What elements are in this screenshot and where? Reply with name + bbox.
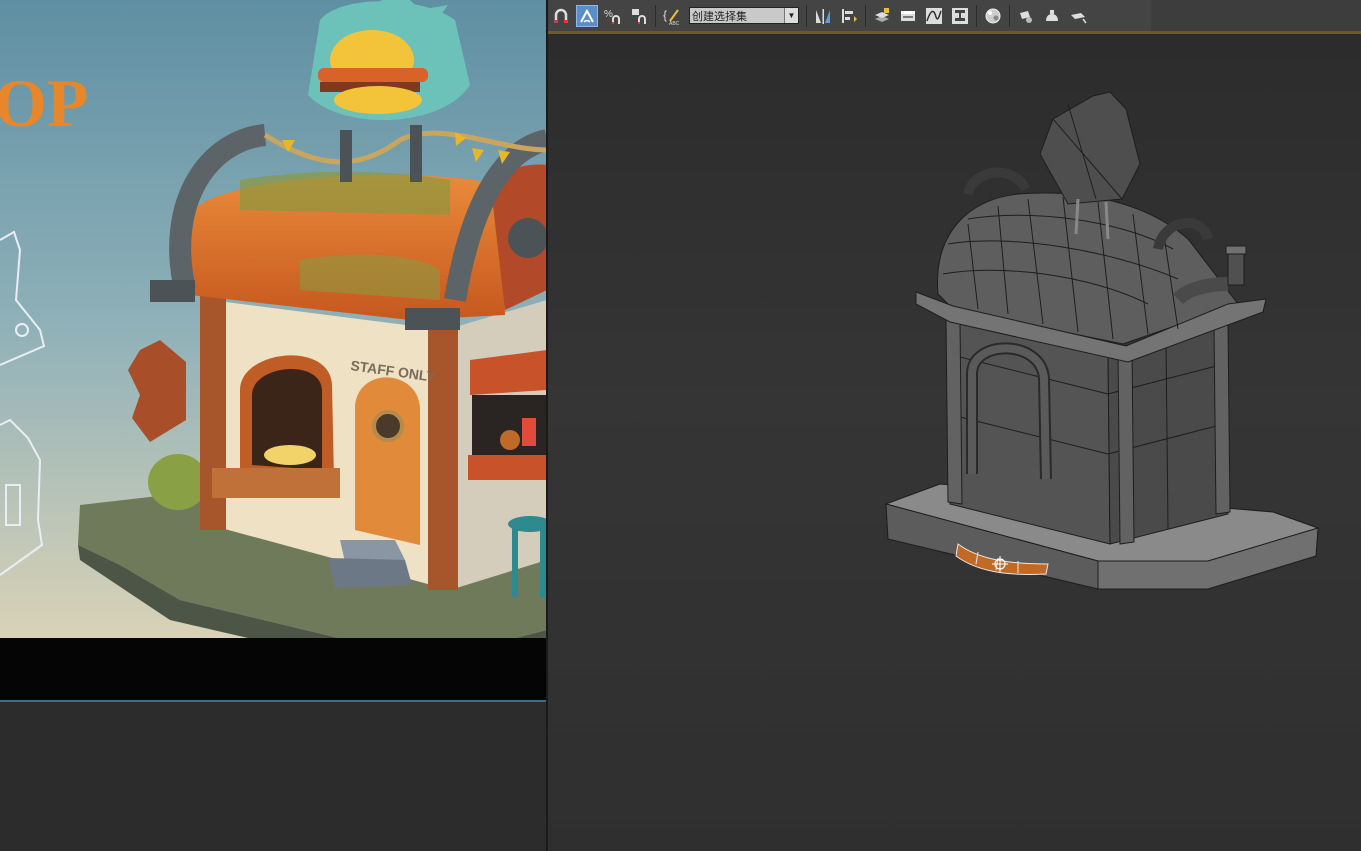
- viewport-canvas[interactable]: [548, 34, 1361, 851]
- scene-explorer-icon[interactable]: [897, 5, 919, 27]
- rendered-frame-window-icon[interactable]: [1041, 5, 1063, 27]
- svg-text:{: {: [663, 8, 667, 22]
- render-production-icon[interactable]: [1067, 5, 1089, 27]
- named-selection-set-value: 创建选择集: [692, 10, 747, 23]
- wireframe-house-model[interactable]: [884, 91, 1320, 590]
- reference-image-panel: OP STAFF ONLY: [0, 0, 547, 851]
- reference-divider-line: [0, 700, 547, 702]
- edit-named-selection-icon[interactable]: {ABC: [661, 5, 683, 27]
- title-fragment: OP: [0, 65, 88, 141]
- mirror-icon[interactable]: [812, 5, 834, 27]
- main-toolbar: % {ABC 创建选择集 ▼: [548, 0, 1151, 32]
- toolbar-separator: [806, 4, 807, 27]
- schematic-view-icon[interactable]: [949, 5, 971, 27]
- toolbar-separator: [976, 4, 977, 27]
- angle-snap-icon[interactable]: [576, 4, 598, 27]
- curve-editor-icon[interactable]: [923, 5, 945, 27]
- reference-painting: OP STAFF ONLY: [0, 0, 547, 638]
- svg-text:ABC: ABC: [669, 21, 680, 25]
- toolbar-separator: [865, 4, 866, 27]
- material-editor-icon[interactable]: [982, 5, 1004, 27]
- svg-text:%: %: [604, 9, 613, 20]
- perspective-viewport[interactable]: [548, 34, 1361, 851]
- spinner-snap-icon[interactable]: [628, 5, 650, 27]
- layer-explorer-icon[interactable]: [871, 5, 893, 27]
- toolbar-separator: [655, 4, 656, 27]
- toolbar-empty-area: [1151, 0, 1361, 31]
- percent-snap-icon[interactable]: %: [602, 5, 624, 27]
- align-icon[interactable]: [838, 5, 860, 27]
- chevron-down-icon[interactable]: ▼: [784, 8, 798, 23]
- 3d-application-window: % {ABC 创建选择集 ▼: [548, 0, 1361, 851]
- toolbar-separator: [1009, 4, 1010, 27]
- render-setup-icon[interactable]: [1015, 5, 1037, 27]
- reference-bottom-bar: [0, 638, 547, 700]
- named-selection-set-dropdown[interactable]: 创建选择集 ▼: [689, 7, 799, 24]
- snap-toggle-icon[interactable]: [550, 5, 572, 27]
